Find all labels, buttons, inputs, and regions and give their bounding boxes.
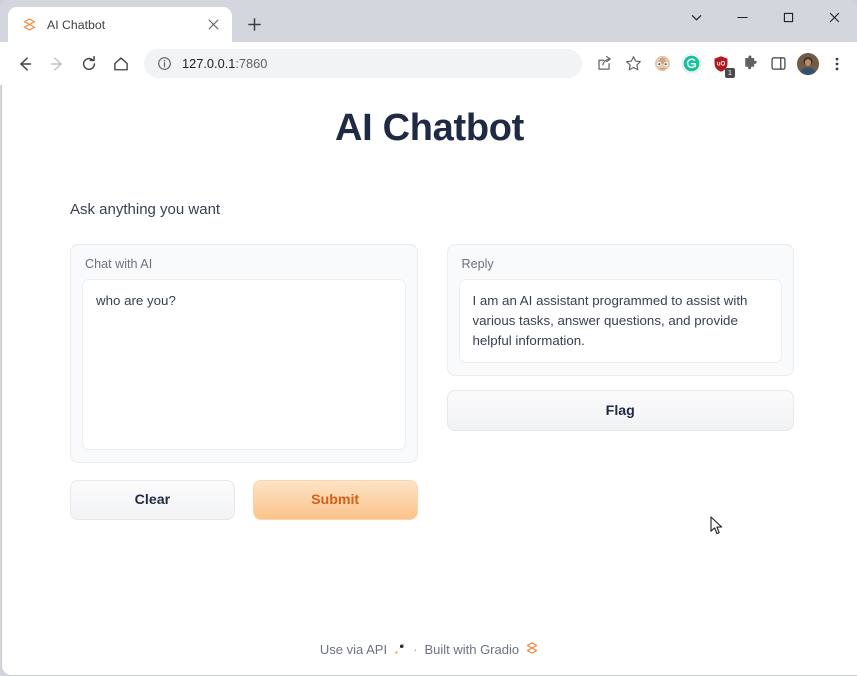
url-host: 127.0.0.1: [182, 56, 236, 71]
browser-tab-ai-chatbot[interactable]: AI Chatbot: [8, 7, 232, 42]
site-info-icon[interactable]: [156, 56, 172, 72]
input-panel: Chat with AI who are you?: [70, 244, 418, 463]
browser-toolbar: 127.0.0.1:7860 uO 1: [0, 42, 857, 85]
tab-close-icon[interactable]: [204, 16, 222, 34]
window-minimize-icon[interactable]: [719, 0, 765, 34]
clear-button[interactable]: Clear: [70, 480, 235, 520]
reload-button[interactable]: [74, 49, 104, 79]
new-tab-button[interactable]: [240, 10, 268, 38]
action-button-row: Clear Submit: [70, 480, 418, 520]
window-close-icon[interactable]: [811, 0, 857, 34]
footer-separator: ·: [413, 642, 418, 657]
grammarly-extension-icon[interactable]: [678, 50, 705, 77]
tab-strip: AI Chatbot: [0, 0, 857, 42]
page-viewport: AI Chatbot Ask anything you want Chat wi…: [1, 85, 857, 676]
output-panel: Reply I am an AI assistant programmed to…: [446, 244, 794, 376]
submit-button[interactable]: Submit: [252, 480, 418, 520]
built-with-gradio-link[interactable]: Built with Gradio: [424, 641, 539, 658]
svg-text:uO: uO: [716, 60, 725, 67]
output-column: Reply I am an AI assistant programmed to…: [446, 244, 794, 520]
side-panel-icon[interactable]: [765, 50, 792, 77]
emoji-extension-icon[interactable]: [649, 50, 676, 77]
ublock-badge-count: 1: [725, 68, 735, 78]
gradio-footer: Use via API · Built with Gradio: [2, 641, 857, 675]
gradio-app: AI Chatbot Ask anything you want Chat wi…: [2, 85, 857, 675]
app-columns: Chat with AI who are you? Clear Submit R…: [70, 244, 794, 520]
chat-input-textarea[interactable]: who are you?: [82, 279, 406, 450]
output-label: Reply: [461, 257, 494, 271]
ublock-extension-icon[interactable]: uO 1: [707, 50, 735, 78]
page-title: AI Chatbot: [334, 107, 525, 149]
input-column: Chat with AI who are you? Clear Submit: [70, 244, 418, 520]
address-bar[interactable]: 127.0.0.1:7860: [144, 49, 582, 78]
window-maximize-icon[interactable]: [765, 0, 811, 34]
gradio-logo-icon: [525, 641, 539, 658]
use-via-api-link[interactable]: Use via API: [320, 642, 406, 658]
rocket-plug-icon: [393, 642, 406, 658]
window-controls: [673, 0, 857, 34]
avatar: [796, 52, 819, 75]
bookmark-star-icon[interactable]: [620, 50, 647, 77]
reply-output-text: I am an AI assistant programmed to assis…: [458, 279, 782, 363]
back-button[interactable]: [10, 49, 40, 79]
app-description: Ask anything you want: [70, 201, 221, 218]
address-bar-url: 127.0.0.1:7860: [182, 56, 267, 71]
flag-button[interactable]: Flag: [446, 390, 794, 431]
profile-avatar-icon[interactable]: [794, 50, 821, 77]
forward-button: [42, 49, 72, 79]
browser-window: AI Chatbot 127.0.0.1:7860 uO 1 AI Chatbo…: [0, 0, 857, 676]
home-button[interactable]: [106, 49, 136, 79]
gradio-logo-icon: [21, 16, 38, 33]
extensions-puzzle-icon[interactable]: [736, 50, 763, 77]
tab-title: AI Chatbot: [47, 17, 106, 32]
share-icon[interactable]: [591, 50, 618, 77]
tab-search-chevron-icon[interactable]: [673, 0, 719, 34]
built-with-gradio-label: Built with Gradio: [424, 642, 520, 657]
chrome-menu-icon[interactable]: [823, 50, 850, 77]
input-label: Chat with AI: [85, 257, 153, 271]
use-via-api-label: Use via API: [319, 642, 388, 657]
url-port: :7860: [235, 56, 268, 71]
